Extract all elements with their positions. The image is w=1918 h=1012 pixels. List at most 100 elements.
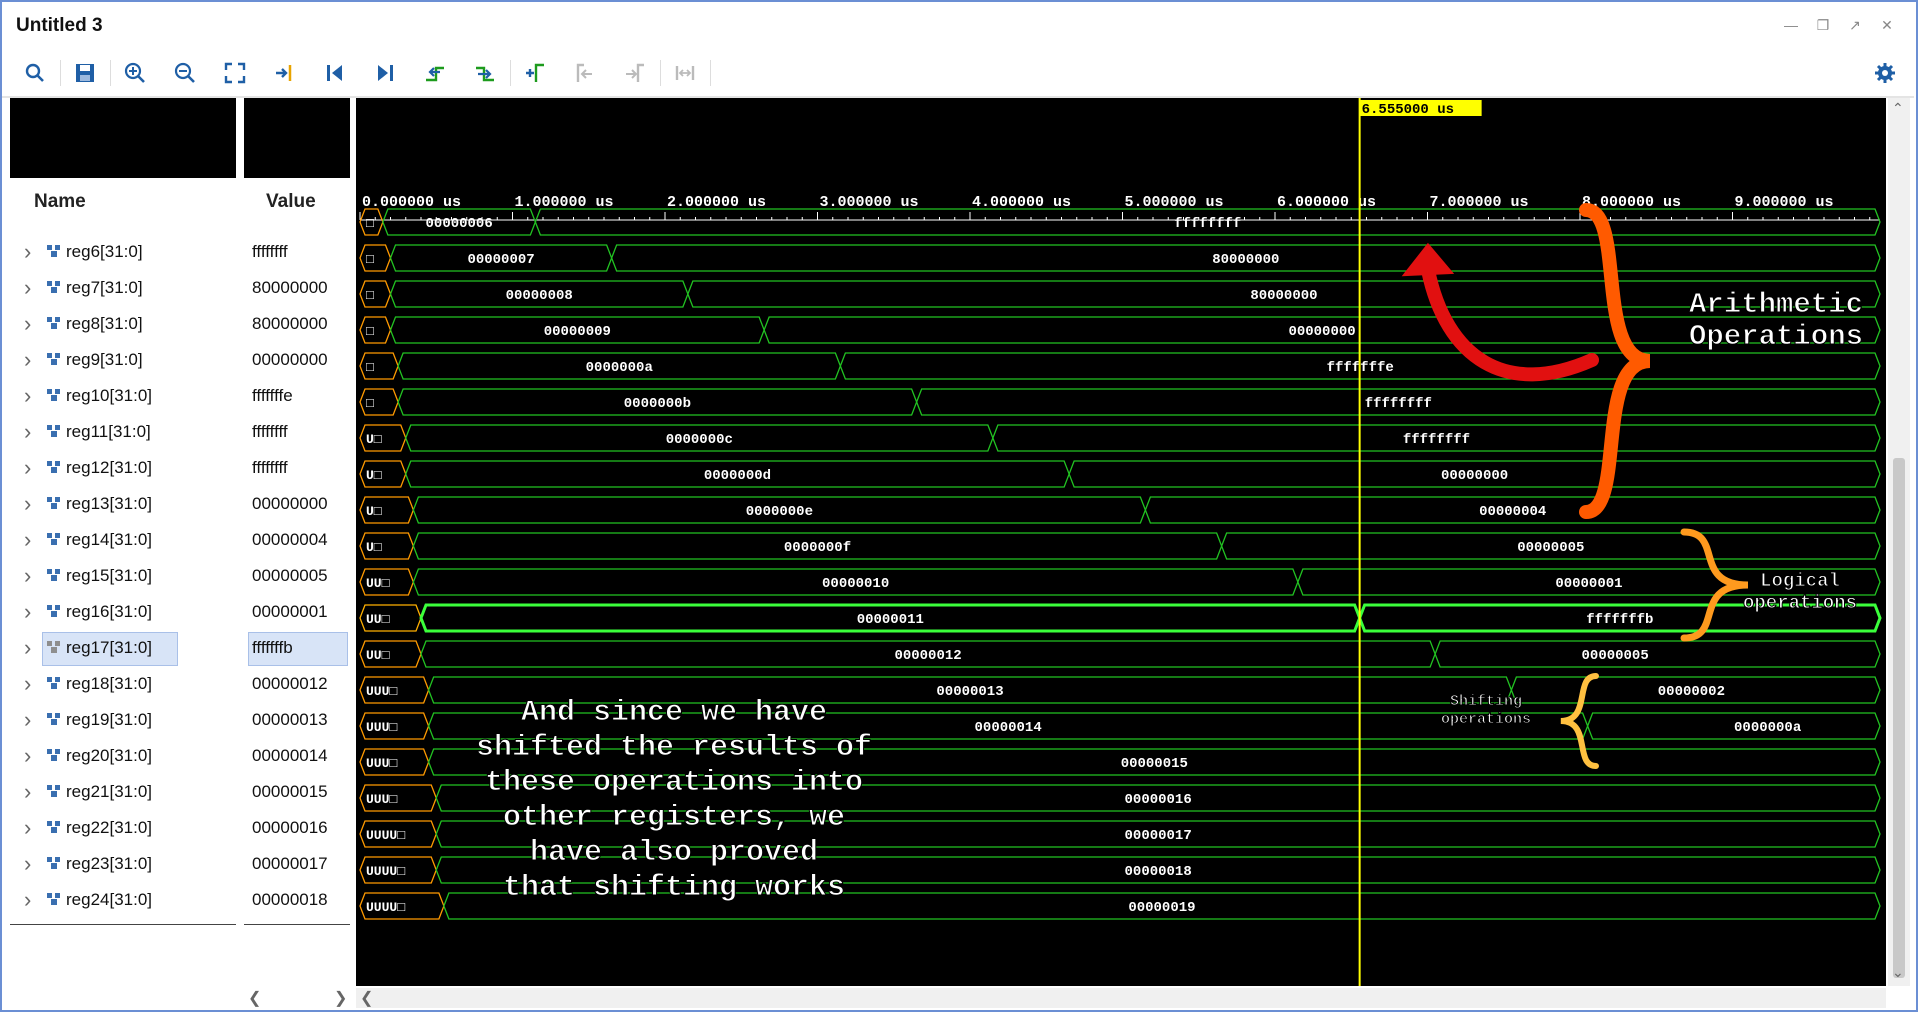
go-to-end-icon[interactable] [370,58,400,88]
next-transition-icon[interactable] [470,58,500,88]
signal-row[interactable]: › reg23[31:0] [10,846,236,882]
signal-row[interactable]: › reg14[31:0] [10,522,236,558]
signal-row[interactable]: › reg22[31:0] [10,810,236,846]
zoom-in-icon[interactable] [120,58,150,88]
signal-row[interactable]: › reg8[31:0] [10,306,236,342]
signal-row[interactable]: › reg11[31:0] [10,414,236,450]
expand-chevron-icon[interactable]: › [24,486,31,522]
signal-row[interactable]: › reg18[31:0] [10,666,236,702]
save-icon[interactable] [70,58,100,88]
signal-row[interactable]: › reg10[31:0] [10,378,236,414]
signal-name[interactable]: reg15[31:0] [66,558,152,594]
scroll-left-icon[interactable]: ❮ [248,988,261,1007]
go-to-cursor-icon[interactable] [270,58,300,88]
signal-row[interactable]: › reg15[31:0] [10,558,236,594]
signal-name[interactable]: reg23[31:0] [66,846,152,882]
signal-name[interactable]: reg13[31:0] [66,486,152,522]
signal-name[interactable]: reg16[31:0] [66,594,152,630]
signal-row[interactable]: › reg12[31:0] [10,450,236,486]
expand-chevron-icon[interactable]: › [24,846,31,882]
signal-row[interactable]: › reg24[31:0] [10,882,236,918]
waveform-value-label: 00000009 [544,324,611,340]
signal-name[interactable]: reg17[31:0] [66,630,152,666]
signal-name[interactable]: reg8[31:0] [66,306,143,342]
expand-chevron-icon[interactable]: › [24,234,31,270]
expand-chevron-icon[interactable]: › [24,882,31,918]
maximize-icon[interactable]: ↗ [1846,16,1864,34]
waveform-horizontal-scrollbar[interactable]: ❮ [356,988,1886,1008]
signal-row[interactable]: › reg17[31:0] [10,630,236,666]
signal-row[interactable]: › reg19[31:0] [10,702,236,738]
shifting-annotation: operations [1441,711,1531,728]
bus-signal-icon [47,425,60,437]
expand-chevron-icon[interactable]: › [24,558,31,594]
expand-chevron-icon[interactable]: › [24,666,31,702]
logical-brace [1680,528,1749,642]
undefined-value-segment[interactable] [359,244,392,272]
signal-name[interactable]: reg20[31:0] [66,738,152,774]
signal-row[interactable]: › reg9[31:0] [10,342,236,378]
bus-value-segment[interactable] [1434,640,1881,668]
vertical-scroll-thumb[interactable] [1893,458,1905,978]
signal-name[interactable]: reg18[31:0] [66,666,152,702]
expand-chevron-icon[interactable]: › [24,630,31,666]
signal-row[interactable]: › reg16[31:0] [10,594,236,630]
expand-chevron-icon[interactable]: › [24,342,31,378]
expand-chevron-icon[interactable]: › [24,270,31,306]
waveform-value-label: 00000007 [467,252,534,268]
undefined-value-segment[interactable] [359,316,392,344]
signal-name[interactable]: reg6[31:0] [66,234,143,270]
name-column-header[interactable]: Name [34,182,234,222]
scroll-down-icon[interactable]: ⌄ [1892,964,1904,981]
expand-chevron-icon[interactable]: › [24,522,31,558]
signal-name[interactable]: reg9[31:0] [66,342,143,378]
add-marker-icon[interactable] [520,58,550,88]
bus-signal-icon [47,533,60,545]
search-icon[interactable] [20,58,50,88]
waveform-canvas[interactable]: 0.000000 us 1.000000 us 2.000000 us 3.00000… [356,98,1886,986]
bus-signal-icon [47,605,60,617]
go-to-start-icon[interactable] [320,58,350,88]
zoom-out-icon[interactable] [170,58,200,88]
signal-name[interactable]: reg19[31:0] [66,702,152,738]
expand-chevron-icon[interactable]: › [24,414,31,450]
signal-row[interactable]: › reg7[31:0] [10,270,236,306]
minimize-icon[interactable]: — [1782,16,1800,34]
column-splitter[interactable] [236,178,244,986]
bus-signal-icon [47,389,60,401]
close-icon[interactable]: ✕ [1878,16,1896,34]
expand-chevron-icon[interactable]: › [24,702,31,738]
signal-name[interactable]: reg11[31:0] [66,414,151,450]
signal-row[interactable]: › reg6[31:0] [10,234,236,270]
waveform-value-label: 00000004 [1479,504,1546,520]
undefined-value-segment[interactable] [359,280,392,308]
restore-icon[interactable]: ❐ [1814,16,1832,34]
expand-chevron-icon[interactable]: › [24,594,31,630]
signal-row[interactable]: › reg21[31:0] [10,774,236,810]
signal-row[interactable]: › reg13[31:0] [10,486,236,522]
settings-gear-icon[interactable] [1870,58,1900,88]
signal-name[interactable]: reg12[31:0] [66,450,152,486]
zoom-fit-icon[interactable] [220,58,250,88]
cursor-time-label: 6.555000 us [1362,102,1454,118]
vertical-scrollbar[interactable]: ⌃ ⌄ [1888,98,1910,986]
scroll-left-icon[interactable]: ❮ [360,988,373,1008]
expand-chevron-icon[interactable]: › [24,738,31,774]
previous-transition-icon[interactable] [420,58,450,88]
signal-name[interactable]: reg14[31:0] [66,522,152,558]
signal-name[interactable]: reg10[31:0] [66,378,152,414]
expand-chevron-icon[interactable]: › [24,810,31,846]
signal-name[interactable]: reg21[31:0] [66,774,152,810]
expand-chevron-icon[interactable]: › [24,306,31,342]
scroll-up-icon[interactable]: ⌃ [1892,100,1904,117]
expand-chevron-icon[interactable]: › [24,450,31,486]
signal-name[interactable]: reg24[31:0] [66,882,152,918]
scroll-right-icon[interactable]: ❯ [334,988,347,1007]
expand-chevron-icon[interactable]: › [24,774,31,810]
signal-name[interactable]: reg7[31:0] [66,270,143,306]
signal-row[interactable]: › reg20[31:0] [10,738,236,774]
signal-name[interactable]: reg22[31:0] [66,810,152,846]
bus-signal-icon [47,353,60,365]
value-column-header[interactable]: Value [266,182,346,222]
expand-chevron-icon[interactable]: › [24,378,31,414]
